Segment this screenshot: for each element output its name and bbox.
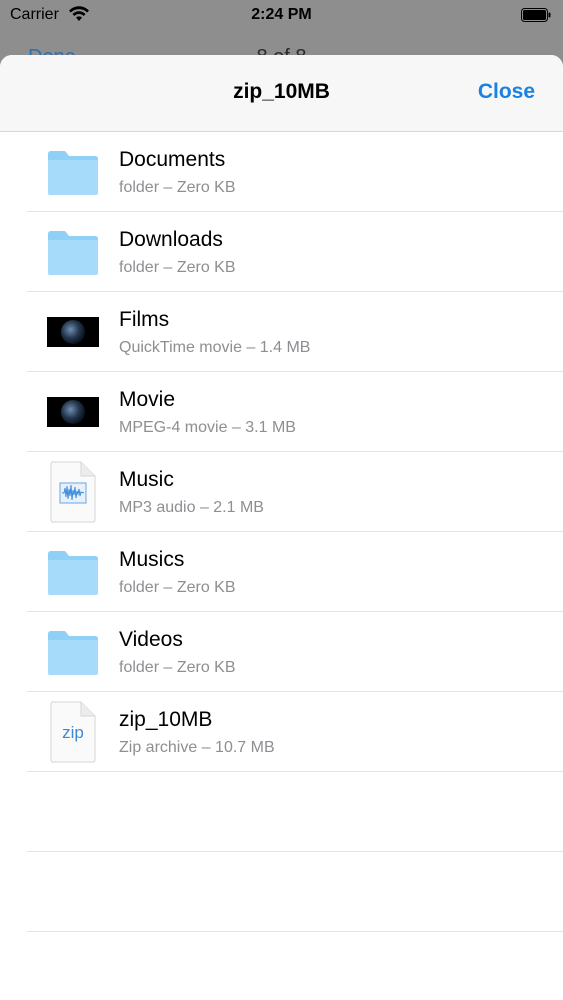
- folder-icon: [47, 624, 99, 680]
- zip-file-icon: zip: [47, 701, 99, 763]
- zip-icon-label: zip: [62, 723, 84, 742]
- video-thumbnail: [47, 304, 99, 360]
- file-row-downloads[interactable]: Downloads folder – Zero KB: [27, 212, 563, 292]
- empty-row: [27, 772, 563, 852]
- battery-icon: [521, 8, 551, 22]
- close-button[interactable]: Close: [478, 80, 535, 104]
- file-detail: Zip archive – 10.7 MB: [119, 739, 275, 756]
- folder-icon: [47, 144, 99, 200]
- file-detail: MPEG-4 movie – 3.1 MB: [119, 419, 296, 436]
- file-name: Films: [119, 308, 170, 331]
- file-row-films[interactable]: Films QuickTime movie – 1.4 MB: [27, 292, 563, 372]
- file-detail: folder – Zero KB: [119, 259, 236, 276]
- archive-sheet: zip_10MB Close Documents folder – Zero K…: [0, 55, 563, 1000]
- folder-icon: [47, 224, 99, 280]
- file-name: Documents: [119, 148, 226, 171]
- file-detail: QuickTime movie – 1.4 MB: [119, 339, 311, 356]
- file-row-zip[interactable]: zip zip_10MB Zip archive – 10.7 MB: [27, 692, 563, 772]
- file-row-music[interactable]: Music MP3 audio – 2.1 MB: [27, 452, 563, 532]
- file-row-musics[interactable]: Musics folder – Zero KB: [27, 532, 563, 612]
- file-name: Downloads: [119, 228, 223, 251]
- file-list: Documents folder – Zero KB Downloads fol…: [0, 132, 563, 932]
- file-name: Movie: [119, 388, 176, 411]
- folder-icon: [47, 544, 99, 600]
- file-name: zip_10MB: [119, 708, 213, 731]
- empty-row: [27, 852, 563, 932]
- file-name: Videos: [119, 628, 183, 651]
- file-row-documents[interactable]: Documents folder – Zero KB: [27, 132, 563, 212]
- status-time: 2:24 PM: [251, 6, 312, 23]
- file-row-videos[interactable]: Videos folder – Zero KB: [27, 612, 563, 692]
- file-detail: MP3 audio – 2.1 MB: [119, 499, 264, 516]
- file-detail: folder – Zero KB: [119, 179, 236, 196]
- file-detail: folder – Zero KB: [119, 659, 236, 676]
- file-detail: folder – Zero KB: [119, 579, 236, 596]
- file-name: Musics: [119, 548, 185, 571]
- audio-file-icon: [47, 461, 99, 523]
- sheet-navbar: zip_10MB Close: [0, 55, 563, 132]
- file-name: Music: [119, 468, 174, 491]
- video-thumbnail: [47, 384, 99, 440]
- file-row-movie[interactable]: Movie MPEG-4 movie – 3.1 MB: [27, 372, 563, 452]
- status-bar: Carrier 2:24 PM: [0, 0, 563, 30]
